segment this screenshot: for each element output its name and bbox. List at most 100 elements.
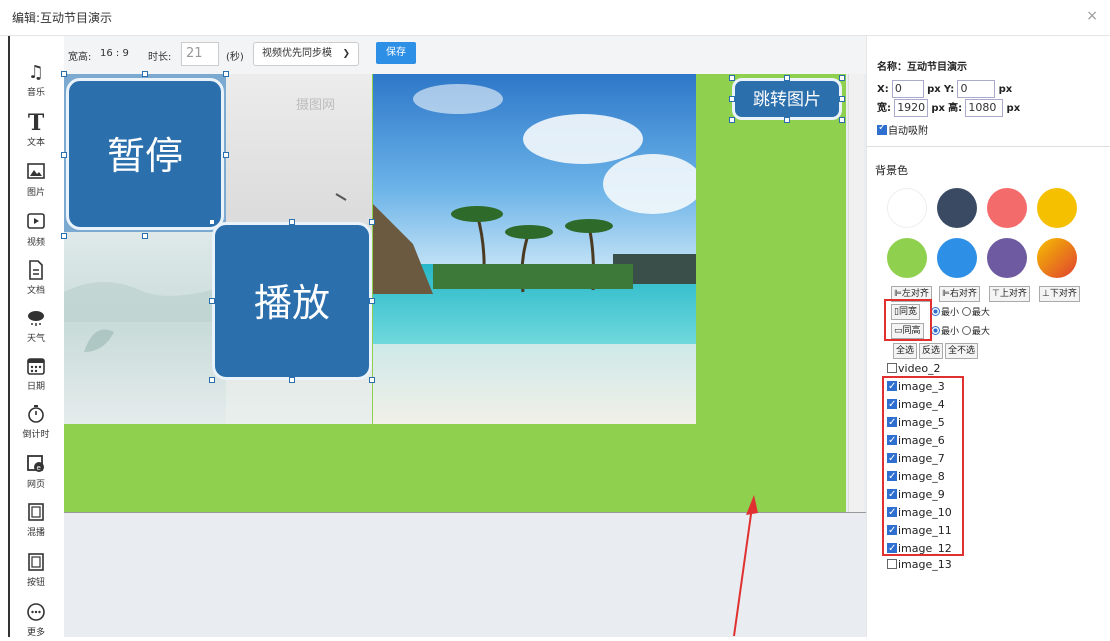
resize-handle[interactable] (784, 117, 790, 123)
duration-label: 时长: (148, 52, 172, 63)
resize-handle[interactable] (369, 377, 375, 383)
resize-handle[interactable] (223, 71, 229, 77)
height-max-label: 最大 (971, 327, 990, 337)
resize-handle[interactable] (289, 219, 295, 225)
pause-button[interactable]: 暂停 (66, 78, 224, 230)
tool-label: 视频 (26, 238, 45, 248)
resize-handle[interactable] (369, 219, 375, 225)
layer-checkbox[interactable] (887, 559, 897, 569)
resize-handle[interactable] (839, 96, 845, 102)
align-bottom-label: 下对齐 (1049, 289, 1077, 299)
close-icon[interactable]: × (1086, 8, 1098, 24)
align-top-icon: ⊤ (992, 289, 1000, 299)
resize-handle[interactable] (223, 152, 229, 158)
tool-button[interactable]: 按钮 (10, 552, 62, 588)
color-swatch-white[interactable] (887, 188, 927, 228)
more-icon (25, 602, 47, 624)
invert-selection-button[interactable]: 反选 (919, 343, 944, 359)
sync-mode-select[interactable]: 视频优先同步模 ❯ (253, 42, 359, 66)
select-all-button[interactable]: 全选 (893, 343, 918, 359)
tool-text[interactable]: T 文本 (10, 112, 62, 148)
properties-panel: 名称：互动节目演示 X: 0 px Y: 0 px 宽: 1920 px 高: … (866, 36, 1110, 637)
cloud-shape (523, 114, 643, 164)
height-min-radio[interactable] (931, 326, 940, 335)
resize-handle[interactable] (839, 75, 845, 81)
work-area: 宽高: 16 : 9 时长: 21 (秒) 视频优先同步模 ❯ 保存 摄图网 暂… (61, 36, 866, 637)
width-mode-radios: 最小 最大 (931, 305, 990, 318)
tool-countdown[interactable]: 倒计时 (10, 404, 62, 440)
tool-date[interactable]: 日期 (10, 356, 62, 392)
color-swatch-red[interactable] (987, 188, 1027, 228)
panel-divider (867, 146, 1110, 147)
stage-canvas[interactable]: 摄图网 暂停 播放 跳转图片 (61, 71, 846, 512)
beach-image[interactable] (373, 74, 696, 424)
height-min-label: 最小 (941, 327, 960, 337)
select-none-button[interactable]: 全不选 (945, 343, 979, 359)
x-input[interactable]: 0 (891, 80, 924, 98)
align-bottom-icon: ⊥ (1042, 289, 1050, 299)
name-row: 名称：互动节目演示 (877, 58, 967, 73)
width-max-label: 最大 (971, 308, 990, 318)
annotation-arrow-icon (733, 495, 758, 637)
save-button[interactable]: 保存 (376, 42, 416, 64)
bg-label: 背景色 (875, 164, 908, 177)
align-top-label: 上对齐 (999, 289, 1027, 299)
color-swatch-yellow[interactable] (1037, 188, 1077, 228)
color-swatch-purple[interactable] (987, 238, 1027, 278)
resize-handle[interactable] (369, 298, 375, 304)
width-max-radio[interactable] (961, 307, 971, 316)
tool-webpage[interactable]: e 网页 (10, 454, 62, 490)
layer-item[interactable]: image_13 (887, 556, 952, 573)
resize-handle[interactable] (209, 377, 215, 383)
resize-handle[interactable] (61, 233, 67, 239)
resize-handle[interactable] (729, 96, 735, 102)
play-button[interactable]: 播放 (212, 222, 372, 380)
width-min-radio[interactable] (931, 307, 940, 316)
ink-landscape-graphic (64, 282, 226, 352)
layer-item[interactable]: video_2 (887, 360, 941, 377)
color-swatch-blue[interactable] (937, 238, 977, 278)
x-unit: px (927, 84, 941, 95)
width-input[interactable]: 1920 (894, 99, 929, 117)
tool-video[interactable]: 视频 (10, 212, 62, 248)
tool-document[interactable]: 文档 (10, 260, 62, 296)
tool-image[interactable]: 图片 (10, 162, 62, 198)
color-swatch-gradient[interactable] (1037, 238, 1077, 278)
layer-checkbox[interactable] (887, 363, 897, 373)
snap-row[interactable]: 自动吸附 (877, 122, 928, 137)
tool-more[interactable]: 更多 (10, 602, 62, 638)
align-bottom-button[interactable]: ⊥下对齐 (1039, 286, 1080, 302)
tool-label: 按钮 (26, 578, 45, 588)
watermark-text: 摄图网 (296, 98, 336, 113)
height-input[interactable]: 1080 (965, 99, 1004, 117)
color-swatch-navy[interactable] (937, 188, 977, 228)
title-bar: 编辑:互动节目演示 × (0, 0, 1110, 36)
color-swatch-green[interactable] (887, 238, 927, 278)
resize-handle[interactable] (142, 71, 148, 77)
vertical-scrollbar[interactable] (848, 74, 864, 512)
align-right-button[interactable]: ⊫右对齐 (939, 286, 980, 302)
duration-input[interactable]: 21 (181, 42, 219, 66)
resize-handle[interactable] (729, 117, 735, 123)
resize-handle[interactable] (209, 298, 215, 304)
resize-handle[interactable] (142, 233, 148, 239)
image-element[interactable] (64, 232, 226, 424)
align-top-button[interactable]: ⊤上对齐 (989, 286, 1030, 302)
y-input[interactable]: 0 (957, 80, 996, 98)
image-icon (25, 162, 47, 184)
tool-music[interactable]: ♫ 音乐 (10, 62, 62, 98)
webpage-icon: e (25, 454, 47, 476)
resize-handle[interactable] (61, 71, 67, 77)
ratio-label: 宽高: (68, 52, 92, 63)
resize-handle[interactable] (209, 219, 215, 225)
resize-handle[interactable] (784, 75, 790, 81)
resize-handle[interactable] (839, 117, 845, 123)
resize-handle[interactable] (729, 75, 735, 81)
resize-handle[interactable] (61, 152, 67, 158)
jump-image-button[interactable]: 跳转图片 (732, 78, 842, 120)
height-max-radio[interactable] (961, 326, 971, 335)
snap-checkbox[interactable] (877, 122, 887, 135)
resize-handle[interactable] (289, 377, 295, 383)
tool-weather[interactable]: 天气 (10, 308, 62, 344)
tool-mixplay[interactable]: 混播 (10, 502, 62, 538)
